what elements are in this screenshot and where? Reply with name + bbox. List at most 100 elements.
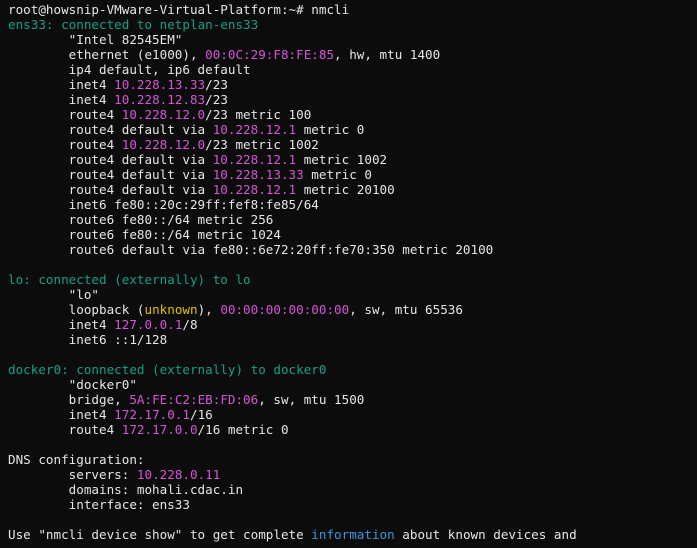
terminal-line: "Intel 82545EM" <box>8 32 577 47</box>
terminal-text-segment: interface: ens33 <box>8 497 190 512</box>
terminal-text-segment: docker0: connected (externally) to docke… <box>8 362 327 377</box>
terminal-text-segment: inet6 fe80::20c:29ff:fef8:fe85/64 <box>8 197 319 212</box>
terminal-line: route6 fe80::/64 metric 256 <box>8 212 577 227</box>
terminal-text-segment: route4 <box>8 137 122 152</box>
terminal-output: root@howsnip-VMware-Virtual-Platform:~# … <box>8 2 577 542</box>
terminal-text-segment: about known devices and <box>394 527 577 542</box>
terminal-text-segment: "lo" <box>8 287 99 302</box>
terminal-text-segment: ), <box>197 302 221 317</box>
terminal-text-segment: 00:0C:29:F8:FE:85 <box>205 47 335 62</box>
terminal-text-segment: inet4 <box>8 317 115 332</box>
terminal-text-segment: route6 fe80::/64 metric 1024 <box>8 227 281 242</box>
terminal-text-segment: /8 <box>182 317 198 332</box>
terminal-line: domains: mohali.cdac.in <box>8 482 577 497</box>
terminal-text-segment: 10.228.0.11 <box>136 467 221 482</box>
terminal-line: inet4 172.17.0.1/16 <box>8 407 577 422</box>
terminal-text-segment: 10.228.12.1 <box>212 122 297 137</box>
terminal-text-segment: Use "nmcli device show" to get complete <box>8 527 312 542</box>
terminal-text-segment: metric 0 <box>296 122 365 137</box>
terminal-text-segment: 10.228.12.0 <box>121 107 206 122</box>
terminal-text-segment: information <box>311 527 395 542</box>
terminal-text-segment: /23 <box>205 92 228 107</box>
terminal-text-segment: /16 metric 0 <box>197 422 289 437</box>
terminal-text-segment: 10.228.12.1 <box>212 152 297 167</box>
terminal-line: loopback (unknown), 00:00:00:00:00:00, s… <box>8 302 577 317</box>
terminal-text-segment: route6 fe80::/64 metric 256 <box>8 212 274 227</box>
terminal-line: "docker0" <box>8 377 577 392</box>
terminal-text-segment: "Intel 82545EM" <box>8 32 183 47</box>
terminal-line: route6 fe80::/64 metric 1024 <box>8 227 577 242</box>
terminal-text-segment: route4 default via <box>8 122 213 137</box>
terminal-text-segment: servers: <box>8 467 137 482</box>
terminal-line: root@howsnip-VMware-Virtual-Platform:~# … <box>8 2 577 17</box>
terminal-text-segment: DNS configuration: <box>8 452 145 467</box>
terminal-line: ens33: connected to netplan-ens33 <box>8 17 577 32</box>
terminal-text-segment: , sw, mtu 65536 <box>349 302 463 317</box>
terminal-text-segment: metric 0 <box>303 167 372 182</box>
terminal-text-segment: ens33: connected to netplan-ens33 <box>8 17 259 32</box>
terminal-text-segment: lo: connected (externally) to lo <box>8 272 251 287</box>
terminal-text-segment: 10.228.12.83 <box>114 92 206 107</box>
terminal-text-segment: /23 <box>205 77 228 92</box>
terminal-text-segment: inet4 <box>8 92 115 107</box>
terminal-text-segment: route6 default via fe80::6e72:20ff:fe70:… <box>8 242 494 257</box>
terminal-text-segment: 172.17.0.0 <box>121 422 198 437</box>
terminal-text-segment: metric 1002 <box>296 152 388 167</box>
terminal-text-segment: 10.228.12.1 <box>212 182 297 197</box>
terminal-text-segment: inet4 <box>8 77 115 92</box>
terminal-line: route4 10.228.12.0/23 metric 100 <box>8 107 577 122</box>
terminal-text-segment: route4 <box>8 107 122 122</box>
terminal-text-segment: route4 default via <box>8 167 213 182</box>
terminal-text-segment: ethernet (e1000), <box>8 47 206 62</box>
terminal-text-segment: 5A:FE:C2:EB:FD:06 <box>129 392 259 407</box>
terminal-text-segment: root@howsnip-VMware-Virtual-Platform:~# … <box>8 2 350 17</box>
terminal-text-segment: 10.228.13.33 <box>114 77 206 92</box>
terminal-line: inet4 10.228.12.83/23 <box>8 92 577 107</box>
terminal-text-segment: /23 metric 1002 <box>205 137 319 152</box>
terminal-line: inet4 127.0.0.1/8 <box>8 317 577 332</box>
terminal-line: ethernet (e1000), 00:0C:29:F8:FE:85, hw,… <box>8 47 577 62</box>
terminal-line: route6 default via fe80::6e72:20ff:fe70:… <box>8 242 577 257</box>
terminal-line: route4 172.17.0.0/16 metric 0 <box>8 422 577 437</box>
terminal-line: lo: connected (externally) to lo <box>8 272 577 287</box>
terminal-line: inet6 fe80::20c:29ff:fef8:fe85/64 <box>8 197 577 212</box>
terminal-line: Use "nmcli device show" to get complete … <box>8 527 577 542</box>
terminal-line: DNS configuration: <box>8 452 577 467</box>
terminal-line: ip4 default, ip6 default <box>8 62 577 77</box>
terminal-line: servers: 10.228.0.11 <box>8 467 577 482</box>
terminal-text-segment: 172.17.0.1 <box>114 407 190 422</box>
terminal-text-segment: , sw, mtu 1500 <box>258 392 365 407</box>
terminal-window[interactable]: root@howsnip-VMware-Virtual-Platform:~# … <box>0 0 697 548</box>
terminal-line: docker0: connected (externally) to docke… <box>8 362 577 377</box>
terminal-line: route4 default via 10.228.13.33 metric 0 <box>8 167 577 182</box>
terminal-text-segment: 10.228.13.33 <box>212 167 304 182</box>
terminal-text-segment: ip4 default, ip6 default <box>8 62 251 77</box>
terminal-text-segment: "docker0" <box>8 377 137 392</box>
terminal-text-segment: domains: mohali.cdac.in <box>8 482 244 497</box>
terminal-text-segment: 127.0.0.1 <box>114 317 183 332</box>
terminal-line: interface: ens33 <box>8 497 577 512</box>
terminal-line: route4 default via 10.228.12.1 metric 10… <box>8 152 577 167</box>
terminal-text-segment: loopback ( <box>8 302 145 317</box>
terminal-text-segment: route4 default via <box>8 182 213 197</box>
terminal-text-segment: /23 metric 100 <box>205 107 312 122</box>
terminal-text-segment: 10.228.12.0 <box>121 137 206 152</box>
terminal-text-segment: route4 <box>8 422 122 437</box>
terminal-line: "lo" <box>8 287 577 302</box>
terminal-line: inet4 10.228.13.33/23 <box>8 77 577 92</box>
terminal-line: route4 default via 10.228.12.1 metric 20… <box>8 182 577 197</box>
terminal-line: route4 10.228.12.0/23 metric 1002 <box>8 137 577 152</box>
terminal-text-segment: inet4 <box>8 407 115 422</box>
terminal-line: route4 default via 10.228.12.1 metric 0 <box>8 122 577 137</box>
terminal-text-segment: inet6 ::1/128 <box>8 332 168 347</box>
terminal-text-segment: route4 default via <box>8 152 213 167</box>
terminal-line: bridge, 5A:FE:C2:EB:FD:06, sw, mtu 1500 <box>8 392 577 407</box>
terminal-text-segment: , hw, mtu 1400 <box>334 47 441 62</box>
terminal-text-segment: unknown <box>144 302 198 317</box>
terminal-text-segment: metric 20100 <box>296 182 395 197</box>
terminal-text-segment: /16 <box>189 407 213 422</box>
terminal-text-segment: bridge, <box>8 392 130 407</box>
